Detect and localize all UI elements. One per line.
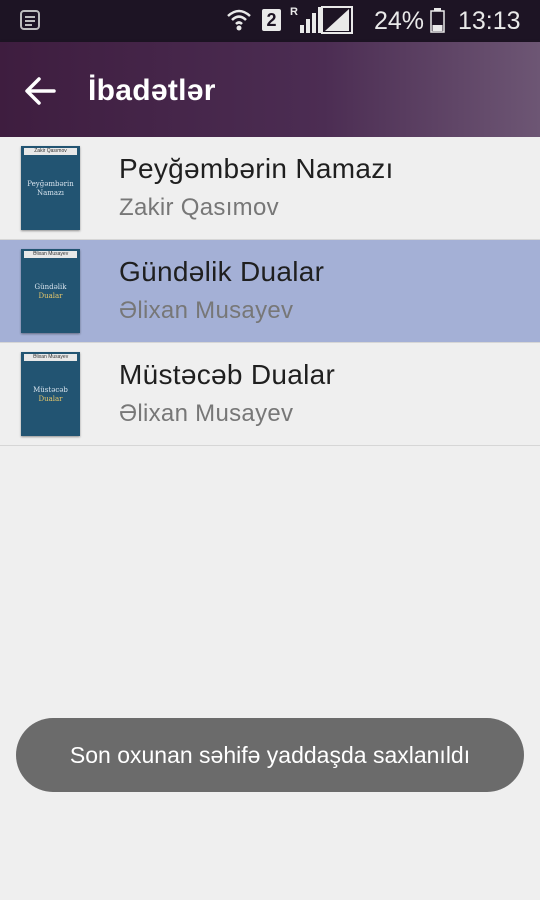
list-item-book-3[interactable]: Əlixan Musayev Müstəcəb Dualar Müstəcəb … xyxy=(0,343,540,446)
toast-message: Son oxunan səhifə yaddaşda saxlanıldı xyxy=(16,718,524,792)
book-cover: Əlixan Musayev Müstəcəb Dualar xyxy=(21,352,80,436)
book-author: Zakir Qasımov xyxy=(119,194,279,221)
cover-title-line1: Gündəlik xyxy=(34,283,67,291)
status-bar: 2 R 24% 13:13 xyxy=(0,0,540,42)
cover-title: Gündəlik Dualar xyxy=(23,283,78,301)
book-cover: Əlixan Musayev Gündəlik Dualar xyxy=(21,249,80,333)
book-author: Əlixan Musayev xyxy=(119,400,294,427)
arrow-left-icon xyxy=(25,77,56,105)
cover-author-strip: Əlixan Musayev xyxy=(24,354,77,361)
book-title: Peyğəmbərin Namazı xyxy=(119,153,394,184)
cover-title-line1: Peyğəmbərin xyxy=(27,180,74,188)
battery-percent: 24% xyxy=(374,7,425,35)
battery-icon xyxy=(430,8,445,33)
book-author: Əlixan Musayev xyxy=(119,297,294,324)
cover-title: Müstəcəb Dualar xyxy=(23,386,78,404)
roaming-indicator: R xyxy=(290,6,298,18)
cover-title: Peyğəmbərin Namazı xyxy=(23,180,78,198)
book-list: Zakir Qasımov Peyğəmbərin Namazı Peyğəmb… xyxy=(0,137,540,446)
sim-slot-badge: 2 xyxy=(262,9,281,31)
signal-icon-2 xyxy=(321,6,353,34)
signal-icon: R xyxy=(290,6,321,33)
book-title: Gündəlik Dualar xyxy=(119,256,325,287)
book-title: Müstəcəb Dualar xyxy=(119,359,336,390)
book-cover: Zakir Qasımov Peyğəmbərin Namazı xyxy=(21,146,80,230)
back-button[interactable] xyxy=(18,69,62,113)
cover-title-line2: Dualar xyxy=(38,395,63,403)
cover-author-strip: Əlixan Musayev xyxy=(24,251,77,258)
wifi-icon xyxy=(227,9,251,31)
cover-author-strip: Zakir Qasımov xyxy=(24,148,77,155)
app-bar: İbadətlər xyxy=(0,42,540,137)
cover-title-line1: Müstəcəb xyxy=(33,386,68,394)
cover-title-line2: Namazı xyxy=(36,189,65,197)
notification-icon xyxy=(20,10,40,30)
page-title: İbadətlər xyxy=(88,74,216,107)
clock: 13:13 xyxy=(458,7,521,35)
list-item-book-1[interactable]: Zakir Qasımov Peyğəmbərin Namazı Peyğəmb… xyxy=(0,137,540,240)
list-item-book-2[interactable]: Əlixan Musayev Gündəlik Dualar Gündəlik … xyxy=(0,240,540,343)
cover-title-line2: Dualar xyxy=(38,292,63,300)
